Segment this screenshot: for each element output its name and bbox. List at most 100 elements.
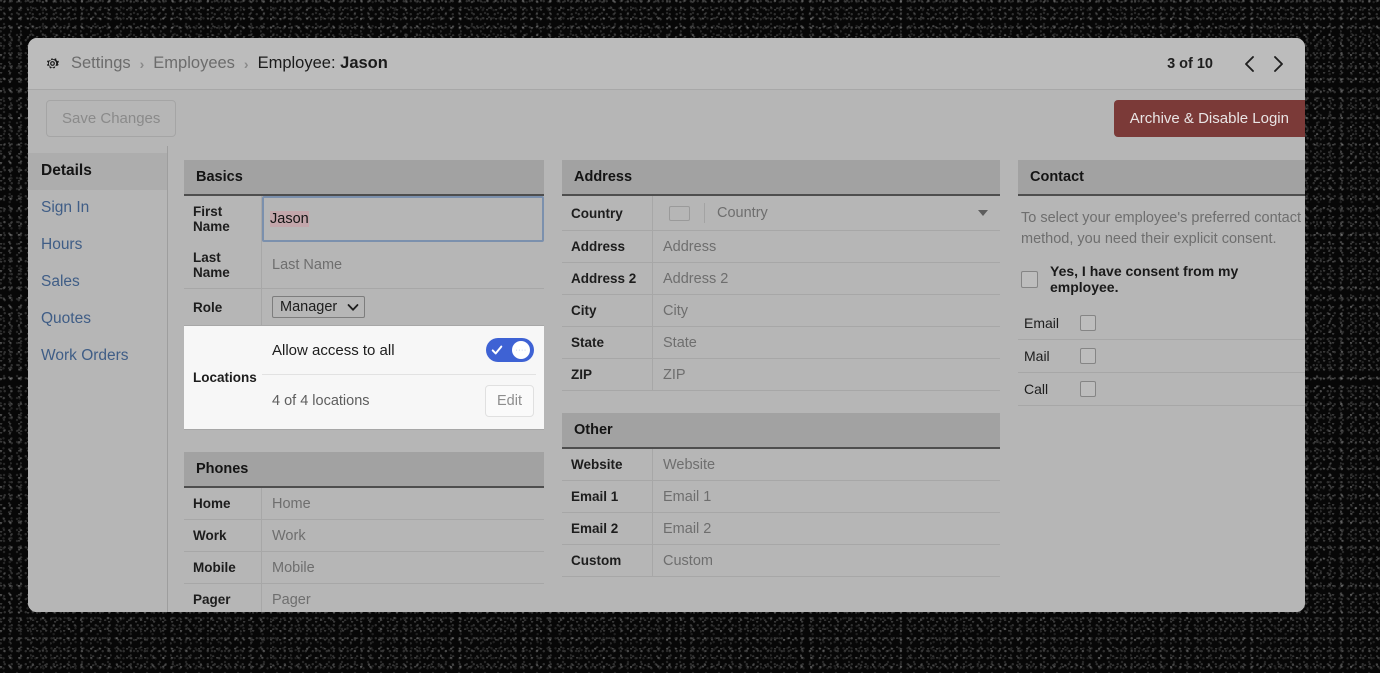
address-panel: Address Country Country Address Address	[562, 160, 1000, 391]
sidebar-item-details[interactable]: Details	[28, 153, 167, 190]
breadcrumb-separator-icon: ›	[243, 55, 249, 72]
table-row: City City	[562, 295, 1000, 327]
website-label: Website	[562, 449, 653, 480]
other-panel-title: Other	[562, 413, 1000, 449]
allow-access-all-toggle[interactable]: ····	[486, 338, 534, 362]
table-row: Email 1 Email 1	[562, 481, 1000, 513]
address-panel-title: Address	[562, 160, 1000, 196]
chevron-left-icon	[1245, 55, 1254, 72]
first-name-label: First Name	[184, 196, 262, 242]
breadcrumb-current: Employee: Jason	[258, 54, 388, 73]
next-record-button[interactable]	[1267, 52, 1291, 76]
content-body: Details Sign In Hours Sales Quotes Work …	[28, 146, 1305, 612]
sidebar-item-quotes[interactable]: Quotes	[28, 301, 167, 338]
check-icon	[491, 345, 503, 355]
other-panel: Other Website Website Email 1 Email 1 Em…	[562, 413, 1000, 577]
contact-email-checkbox[interactable]	[1080, 315, 1096, 332]
email1-label: Email 1	[562, 481, 653, 512]
consent-checkbox[interactable]	[1021, 270, 1038, 288]
contact-consent-note: To select your employee's preferred cont…	[1021, 210, 1302, 247]
consent-label: Yes, I have consent from my employee.	[1050, 263, 1239, 296]
contact-mail-checkbox[interactable]	[1080, 348, 1096, 365]
locations-count: 4 of 4 locations	[272, 393, 370, 409]
phone-pager-label: Pager	[184, 584, 262, 612]
state-input[interactable]: State	[653, 327, 1000, 358]
role-row: Role Manager	[184, 289, 544, 326]
city-input[interactable]: City	[653, 295, 1000, 326]
column-middle: Address Country Country Address Address	[562, 160, 1000, 612]
last-name-input[interactable]: Last Name	[262, 242, 544, 288]
table-row: Email 2 Email 2	[562, 513, 1000, 545]
table-row: Home Home	[184, 488, 544, 520]
edit-locations-button[interactable]: Edit	[485, 385, 534, 417]
country-label: Country	[562, 196, 653, 230]
sidebar-item-hours[interactable]: Hours	[28, 227, 167, 264]
locations-label: Locations	[193, 370, 257, 385]
contact-call-label: Call	[1024, 381, 1049, 398]
phone-mobile-input[interactable]: Mobile	[262, 552, 544, 583]
address2-input[interactable]: Address 2	[653, 263, 1000, 294]
role-selected-value: Manager	[280, 299, 338, 315]
first-name-input[interactable]: Jason	[262, 196, 544, 242]
employee-details-window: Settings › Employees › Employee: Jason 3…	[28, 38, 1305, 612]
contact-panel-title: Contact	[1018, 160, 1305, 196]
email2-label: Email 2	[562, 513, 653, 544]
action-toolbar: Save Changes Archive & Disable Login	[28, 90, 1305, 146]
basics-panel: Basics First Name Jason Last Name Last N…	[184, 160, 544, 430]
save-changes-button[interactable]: Save Changes	[46, 99, 177, 137]
country-value: Country	[717, 205, 768, 221]
country-divider	[704, 203, 705, 223]
state-label: State	[562, 327, 653, 358]
table-row: Address 2 Address 2	[562, 263, 1000, 295]
breadcrumb-bar: Settings › Employees › Employee: Jason 3…	[28, 38, 1305, 90]
last-name-label: Last Name	[184, 242, 262, 288]
caret-down-icon	[978, 210, 988, 216]
table-row: Mail	[1018, 340, 1305, 374]
email2-input[interactable]: Email 2	[653, 513, 1000, 544]
custom-input[interactable]: Custom	[653, 545, 1000, 576]
breadcrumb-current-prefix: Employee:	[257, 54, 336, 72]
phone-work-input[interactable]: Work	[262, 520, 544, 551]
toggle-knob-dots-icon: ····	[515, 346, 527, 354]
breadcrumb-current-name: Jason	[340, 54, 388, 72]
table-row: Pager Pager	[184, 584, 544, 612]
previous-record-button[interactable]	[1237, 52, 1261, 76]
first-name-value: Jason	[270, 211, 309, 227]
phone-pager-input[interactable]: Pager	[262, 584, 544, 612]
country-select[interactable]: Country	[653, 196, 1000, 230]
sidebar-item-sales[interactable]: Sales	[28, 264, 167, 301]
zip-input[interactable]: ZIP	[653, 359, 1000, 390]
locations-count-row: 4 of 4 locations Edit	[262, 375, 536, 429]
column-left: Basics First Name Jason Last Name Last N…	[184, 160, 544, 612]
table-row: Email	[1018, 307, 1305, 341]
basics-panel-title: Basics	[184, 160, 544, 196]
country-row: Country Country	[562, 196, 1000, 231]
chevron-down-icon	[347, 303, 359, 312]
archive-disable-login-button[interactable]: Archive & Disable Login	[1113, 99, 1305, 137]
contact-call-checkbox[interactable]	[1080, 381, 1096, 398]
column-right: Contact To select your employee's prefer…	[1018, 160, 1305, 612]
role-select[interactable]: Manager	[272, 296, 366, 318]
email1-input[interactable]: Email 1	[653, 481, 1000, 512]
breadcrumb-employees[interactable]: Employees	[153, 54, 235, 73]
website-input[interactable]: Website	[653, 449, 1000, 480]
breadcrumb-settings[interactable]: Settings	[71, 54, 131, 73]
contact-mail-label: Mail	[1024, 348, 1050, 365]
phone-home-input[interactable]: Home	[262, 488, 544, 519]
table-row: ZIP ZIP	[562, 359, 1000, 391]
zip-label: ZIP	[562, 359, 653, 390]
city-label: City	[562, 295, 653, 326]
address-input[interactable]: Address	[653, 231, 1000, 262]
panel-columns: Basics First Name Jason Last Name Last N…	[168, 146, 1305, 612]
phone-home-label: Home	[184, 488, 262, 519]
sidebar-item-work-orders[interactable]: Work Orders	[28, 338, 167, 375]
gear-icon	[46, 58, 60, 69]
table-row: Address Address	[562, 231, 1000, 263]
phones-panel: Phones Home Home Work Work Mobile Mobile	[184, 452, 544, 612]
flag-placeholder-icon	[669, 205, 690, 221]
consent-checkbox-row[interactable]: Yes, I have consent from my employee.	[1018, 249, 1305, 307]
table-row: Custom Custom	[562, 545, 1000, 577]
role-label: Role	[184, 289, 262, 325]
sidebar-item-sign-in[interactable]: Sign In	[28, 190, 167, 227]
toggle-knob: ····	[512, 341, 530, 359]
